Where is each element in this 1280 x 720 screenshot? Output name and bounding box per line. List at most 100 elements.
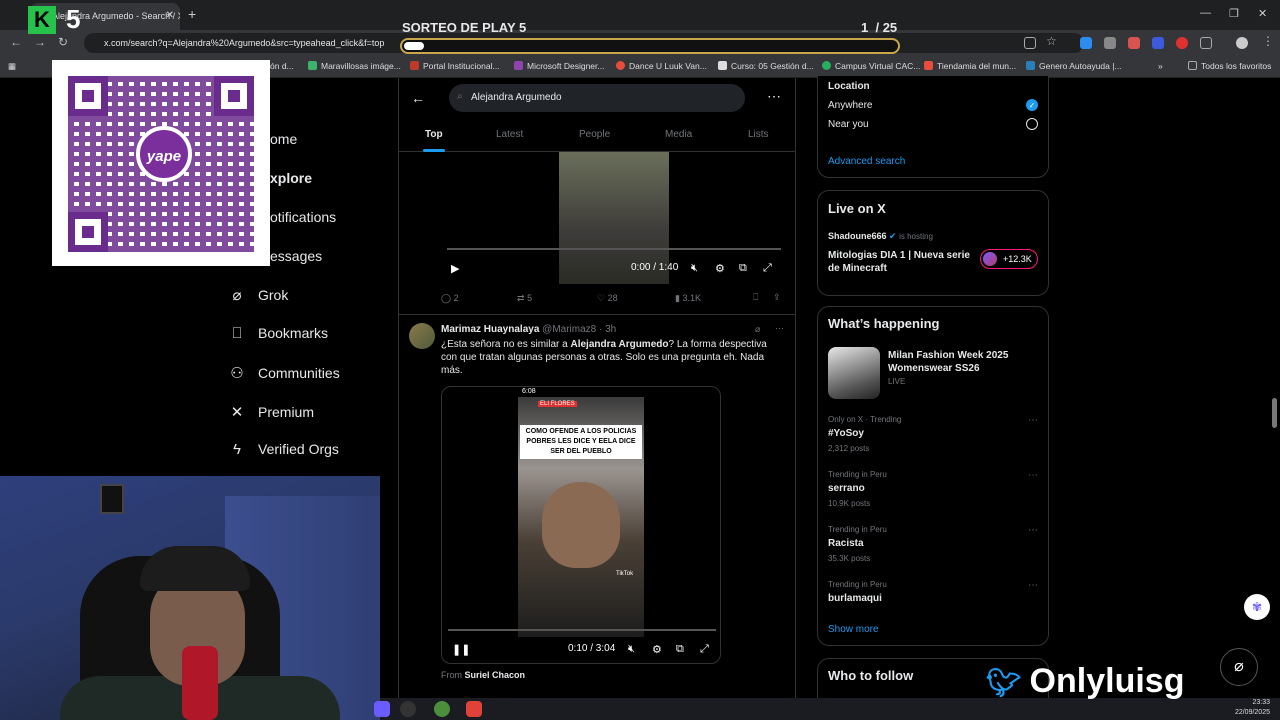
grok-explain-icon[interactable]: ⌀ xyxy=(755,324,760,335)
nav-communities[interactable]: ⚇ Communities xyxy=(228,364,339,382)
picture-in-picture-icon[interactable]: ⧉ xyxy=(676,643,684,656)
reply-button[interactable]: ◯ 2 xyxy=(441,293,459,304)
chrome-icon[interactable] xyxy=(434,701,450,717)
more-options-icon[interactable]: ⋯ xyxy=(1028,525,1038,536)
reload-icon[interactable]: ↻ xyxy=(58,35,68,49)
new-tab-icon[interactable]: + xyxy=(188,6,196,22)
puzzle-icon[interactable] xyxy=(1200,37,1212,49)
bookmark-item[interactable]: Microsoft Designer... xyxy=(514,61,604,71)
more-options-icon[interactable]: ⋯ xyxy=(1028,470,1038,481)
grok-floating-button[interactable]: ⌀ xyxy=(1220,648,1258,686)
bookmark-item[interactable]: Maravillosas imáge... xyxy=(308,61,401,71)
more-options-icon[interactable]: ⋯ xyxy=(775,323,784,334)
bookmark-item[interactable]: Tiendamia del mun... xyxy=(924,61,1016,71)
tab-top[interactable]: Top xyxy=(423,129,445,152)
mute-icon[interactable]: 🔇︎ xyxy=(691,262,698,275)
live-host[interactable]: Shadoune666 ✔ is hosting xyxy=(828,231,933,242)
more-options-icon[interactable]: ⋯ xyxy=(767,88,781,105)
restore-icon[interactable]: ❐ xyxy=(1229,7,1239,20)
bookmark-item[interactable]: Curso: 05 Gestión d... xyxy=(718,61,814,71)
apps-icon[interactable]: ▦ xyxy=(8,61,16,72)
system-clock[interactable]: 23:33 22/09/2025 xyxy=(1235,698,1270,718)
show-more-link[interactable]: Show more xyxy=(828,624,879,635)
extension-side-button[interactable]: ✾ xyxy=(1244,594,1270,620)
trend-name[interactable]: #YoSoy xyxy=(828,428,864,439)
pause-icon[interactable]: ❚❚ xyxy=(452,643,470,656)
search-input[interactable]: ⌕ Alejandra Argumedo xyxy=(449,84,745,112)
extension-icon[interactable] xyxy=(1104,37,1116,49)
trend-name[interactable]: serrano xyxy=(828,483,865,494)
views-button[interactable]: ▮ 3.1K xyxy=(675,293,701,304)
advanced-search-link[interactable]: Advanced search xyxy=(828,156,905,167)
nav-notifications[interactable]: otifications xyxy=(270,209,336,225)
nav-explore[interactable]: xplore xyxy=(270,170,312,186)
bookmark-item[interactable]: Dance U Luuk Van... xyxy=(616,61,707,71)
divider xyxy=(399,314,795,315)
extension-icon[interactable] xyxy=(1128,37,1140,49)
screen-cast-icon[interactable] xyxy=(1024,37,1036,49)
bookmark-item[interactable]: Campus Virtual CAC... xyxy=(822,61,920,71)
taskbar-app-icon[interactable] xyxy=(400,701,416,717)
bookmark-tweet-icon[interactable]: ⎕ xyxy=(753,292,758,303)
extension-icon[interactable] xyxy=(1080,37,1092,49)
more-options-icon[interactable]: ⋯ xyxy=(1028,580,1038,591)
bookmark-item[interactable]: ón d... xyxy=(270,61,294,71)
forward-icon[interactable]: → xyxy=(34,35,46,49)
extension-icon[interactable] xyxy=(1152,37,1164,49)
fullscreen-icon[interactable]: ⤢ xyxy=(700,643,709,656)
nav-home[interactable]: ome xyxy=(270,131,297,147)
all-bookmarks[interactable]: Todos los favoritos xyxy=(1188,61,1271,71)
nav-grok[interactable]: ⌀ Grok xyxy=(228,286,288,304)
menu-dots-icon[interactable]: ⋮ xyxy=(1262,34,1274,48)
profile-avatar[interactable] xyxy=(1236,37,1248,49)
avatar[interactable] xyxy=(409,323,435,349)
mute-icon[interactable]: 🔇︎ xyxy=(628,643,635,656)
tweet-video[interactable]: ▶ 0:00 / 1:40 🔇︎ ⚙ ⧉ ⤢ xyxy=(441,152,787,284)
tab-people[interactable]: People xyxy=(579,129,610,140)
share-icon[interactable]: ⇪ xyxy=(773,292,781,303)
fullscreen-icon[interactable]: ⤢ xyxy=(763,262,772,275)
picture-in-picture-icon[interactable]: ⧉ xyxy=(739,262,747,275)
close-tab-icon[interactable]: ✕ xyxy=(166,10,174,21)
trend-name[interactable]: Racista xyxy=(828,538,864,549)
extension-icon[interactable] xyxy=(1176,37,1188,49)
nav-messages[interactable]: essages xyxy=(270,248,322,264)
bookmark-item[interactable]: Genero Autoayuda |... xyxy=(1026,61,1122,71)
video-progress[interactable] xyxy=(447,248,781,250)
page-scrollbar[interactable] xyxy=(1272,398,1277,428)
event-thumbnail[interactable] xyxy=(828,347,880,399)
back-icon[interactable]: ← xyxy=(10,35,22,49)
tweet-author[interactable]: Marimaz Huaynalaya @Marimaz8 · 3h xyxy=(441,324,616,335)
verified-icon: ✔ xyxy=(889,231,897,241)
play-icon[interactable]: ▶ xyxy=(451,262,459,275)
taskbar-app-icon[interactable] xyxy=(466,701,482,717)
minimize-icon[interactable]: — xyxy=(1200,7,1211,19)
event-title[interactable]: Milan Fashion Week 2025 Womenswear SS26 xyxy=(888,349,1038,375)
video-source[interactable]: From Suriel Chacon xyxy=(441,670,525,680)
video-progress[interactable] xyxy=(448,629,716,631)
qr-finder xyxy=(214,76,254,116)
nav-bookmarks[interactable]: ⎕ Bookmarks xyxy=(228,325,328,342)
back-arrow-icon[interactable]: ← xyxy=(411,90,425,106)
like-button[interactable]: ♡ 28 xyxy=(597,293,618,304)
anywhere-radio[interactable]: ✓ xyxy=(1026,99,1038,111)
trend-name[interactable]: burlamaqui xyxy=(828,593,882,604)
live-stream-title[interactable]: Mitologias DIA 1 | Nueva serie de Minecr… xyxy=(828,249,978,275)
live-listener-count[interactable]: +12.3K xyxy=(980,249,1038,269)
tab-media[interactable]: Media xyxy=(665,129,692,140)
taskbar-app-icon[interactable] xyxy=(374,701,390,717)
close-window-icon[interactable]: ✕ xyxy=(1258,7,1267,20)
chevron-right-icon[interactable]: » xyxy=(1158,61,1163,71)
more-options-icon[interactable]: ⋯ xyxy=(1028,415,1038,426)
bookmark-item[interactable]: Portal Institucional... xyxy=(410,61,500,71)
settings-icon[interactable]: ⚙ xyxy=(715,262,725,275)
tab-lists[interactable]: Lists xyxy=(748,129,769,140)
tweet-video[interactable]: 6:08 ELI FLORES COMO OFENDE A LOS POLICI… xyxy=(441,386,721,664)
settings-icon[interactable]: ⚙ xyxy=(652,643,662,656)
nav-verified-orgs[interactable]: ϟ Verified Orgs xyxy=(228,441,339,458)
tab-latest[interactable]: Latest xyxy=(496,129,523,140)
near-you-radio[interactable] xyxy=(1026,118,1038,130)
star-icon[interactable]: ☆ xyxy=(1046,34,1057,48)
retweet-button[interactable]: ⇄ 5 xyxy=(517,293,532,304)
nav-premium[interactable]: ✕ Premium xyxy=(228,403,314,421)
